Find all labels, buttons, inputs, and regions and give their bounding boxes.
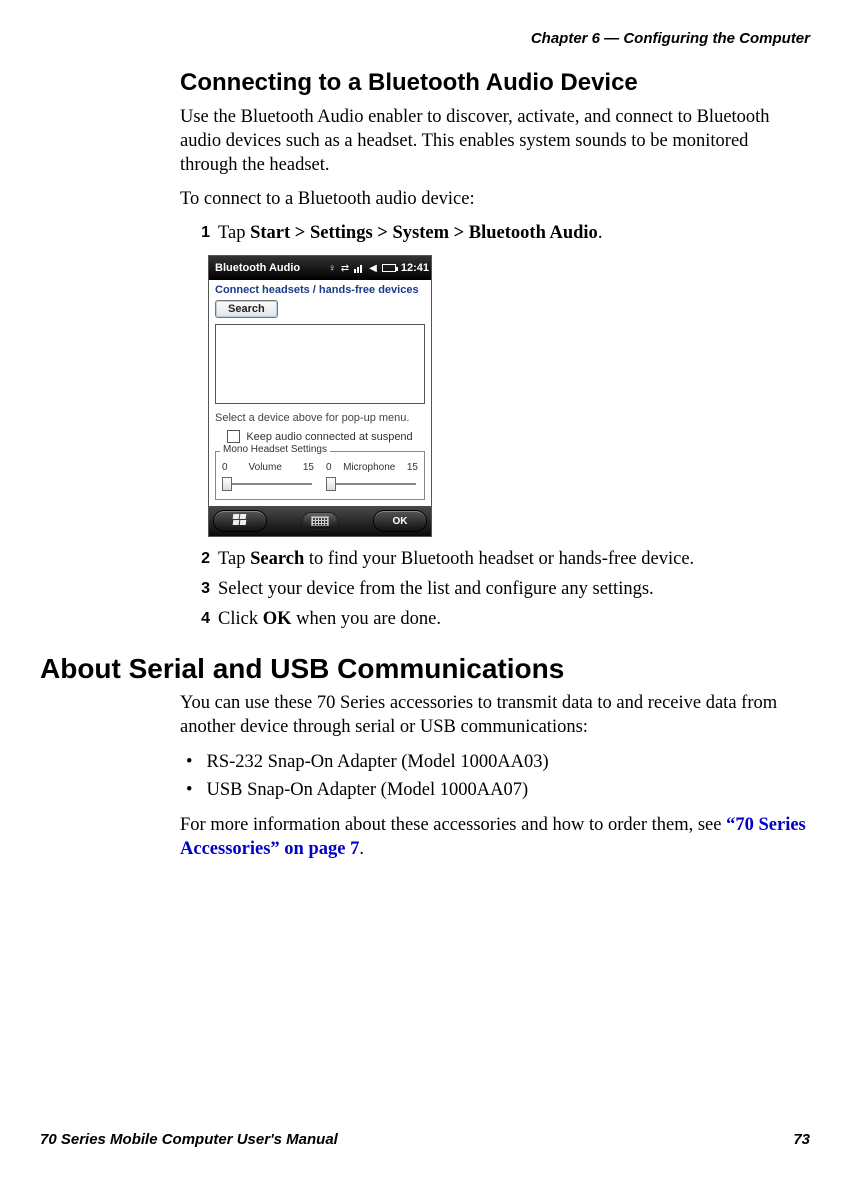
screenshot-bottom-bar: OK [209, 506, 431, 536]
screenshot-group-legend: Mono Headset Settings [220, 444, 330, 455]
keyboard-icon [311, 516, 329, 526]
lead-in-paragraph: To connect to a Bluetooth audio device: [180, 187, 810, 211]
mic-min: 0 [326, 462, 332, 473]
volume-slider-thumb[interactable] [222, 477, 232, 491]
battery-icon [382, 264, 396, 272]
chapter-header: Chapter 6 — Configuring the Computer [40, 30, 810, 47]
step-text-pre: Tap [218, 223, 250, 243]
step-text: Click OK when you are done. [218, 607, 810, 631]
step-text-pre: Tap [218, 549, 250, 569]
step-text: Tap Start > Settings > System > Bluetoot… [218, 221, 810, 245]
step-number: 4 [188, 607, 210, 630]
bullet-icon: • [186, 749, 192, 777]
section-title-serial-usb: About Serial and USB Communications [40, 653, 810, 685]
step-number: 1 [188, 221, 210, 244]
screenshot-checkbox-label: Keep audio connected at suspend [246, 431, 412, 443]
screenshot-hint-text: Select a device above for pop-up menu. [209, 408, 431, 430]
intro-paragraph: Use the Bluetooth Audio enabler to disco… [180, 105, 810, 177]
step-text-post: . [598, 223, 603, 243]
screenshot-titlebar: Bluetooth Audio ♀ ⇄ ◀ 12:41 [209, 256, 431, 280]
footer-page-number: 73 [793, 1131, 810, 1148]
footer-manual-title: 70 Series Mobile Computer User's Manual [40, 1131, 338, 1148]
screenshot-start-button[interactable] [213, 510, 267, 532]
antenna-icon: ♀ [328, 263, 336, 274]
microphone-slider[interactable] [324, 475, 420, 493]
embedded-screenshot: Bluetooth Audio ♀ ⇄ ◀ 12:41 Connect head… [208, 255, 432, 537]
list-item: • RS-232 Snap-On Adapter (Model 1000AA03… [180, 749, 810, 777]
screenshot-device-listbox[interactable] [215, 324, 425, 404]
step-text-bold: Search [250, 549, 304, 569]
list-item-text: RS-232 Snap-On Adapter (Model 1000AA03) [206, 749, 548, 777]
step-2: 2 Tap Search to find your Bluetooth head… [188, 547, 810, 571]
list-item: • USB Snap-On Adapter (Model 1000AA07) [180, 777, 810, 805]
step-number: 2 [188, 547, 210, 570]
volume-max: 15 [303, 462, 314, 473]
volume-label: Volume [249, 462, 282, 473]
screenshot-search-button[interactable]: Search [215, 300, 278, 318]
step-3: 3 Select your device from the list and c… [188, 577, 810, 601]
screenshot-mono-headset-group: Mono Headset Settings 0 Volume 15 [215, 451, 425, 500]
section-title-bluetooth: Connecting to a Bluetooth Audio Device [180, 69, 810, 97]
step-text: Tap Search to find your Bluetooth headse… [218, 547, 810, 571]
screenshot-time: 12:41 [401, 262, 429, 274]
step-text-bold: OK [263, 609, 292, 629]
more-info-post: . [359, 839, 364, 859]
volume-icon: ◀ [369, 263, 377, 274]
volume-slider[interactable] [220, 475, 316, 493]
step-text-post: to find your Bluetooth headset or hands-… [304, 549, 694, 569]
mic-max: 15 [407, 462, 418, 473]
step-text: Select your device from the list and con… [218, 577, 810, 601]
more-info-paragraph: For more information about these accesso… [180, 813, 810, 861]
screenshot-keep-audio-checkbox[interactable] [227, 430, 240, 443]
screenshot-heading: Connect headsets / hands-free devices [209, 280, 431, 300]
step-text-pre: Click [218, 609, 263, 629]
microphone-slider-thumb[interactable] [326, 477, 336, 491]
windows-flag-icon [233, 514, 247, 528]
accessory-list: • RS-232 Snap-On Adapter (Model 1000AA03… [180, 749, 810, 805]
step-number: 3 [188, 577, 210, 600]
list-item-text: USB Snap-On Adapter (Model 1000AA07) [206, 777, 528, 805]
step-text-post: when you are done. [292, 609, 442, 629]
signal-icon [354, 263, 364, 273]
serial-usb-paragraph: You can use these 70 Series accessories … [180, 691, 810, 739]
more-info-pre: For more information about these accesso… [180, 815, 726, 835]
network-icon: ⇄ [341, 263, 349, 274]
step-1: 1 Tap Start > Settings > System > Blueto… [188, 221, 810, 245]
screenshot-title: Bluetooth Audio [215, 262, 300, 274]
screenshot-keyboard-button[interactable] [302, 512, 338, 530]
step-text-bold: Start > Settings > System > Bluetooth Au… [250, 223, 598, 243]
bullet-icon: • [186, 777, 192, 805]
mic-label: Microphone [343, 462, 395, 473]
volume-min: 0 [222, 462, 228, 473]
step-4: 4 Click OK when you are done. [188, 607, 810, 631]
screenshot-ok-button[interactable]: OK [373, 510, 427, 532]
